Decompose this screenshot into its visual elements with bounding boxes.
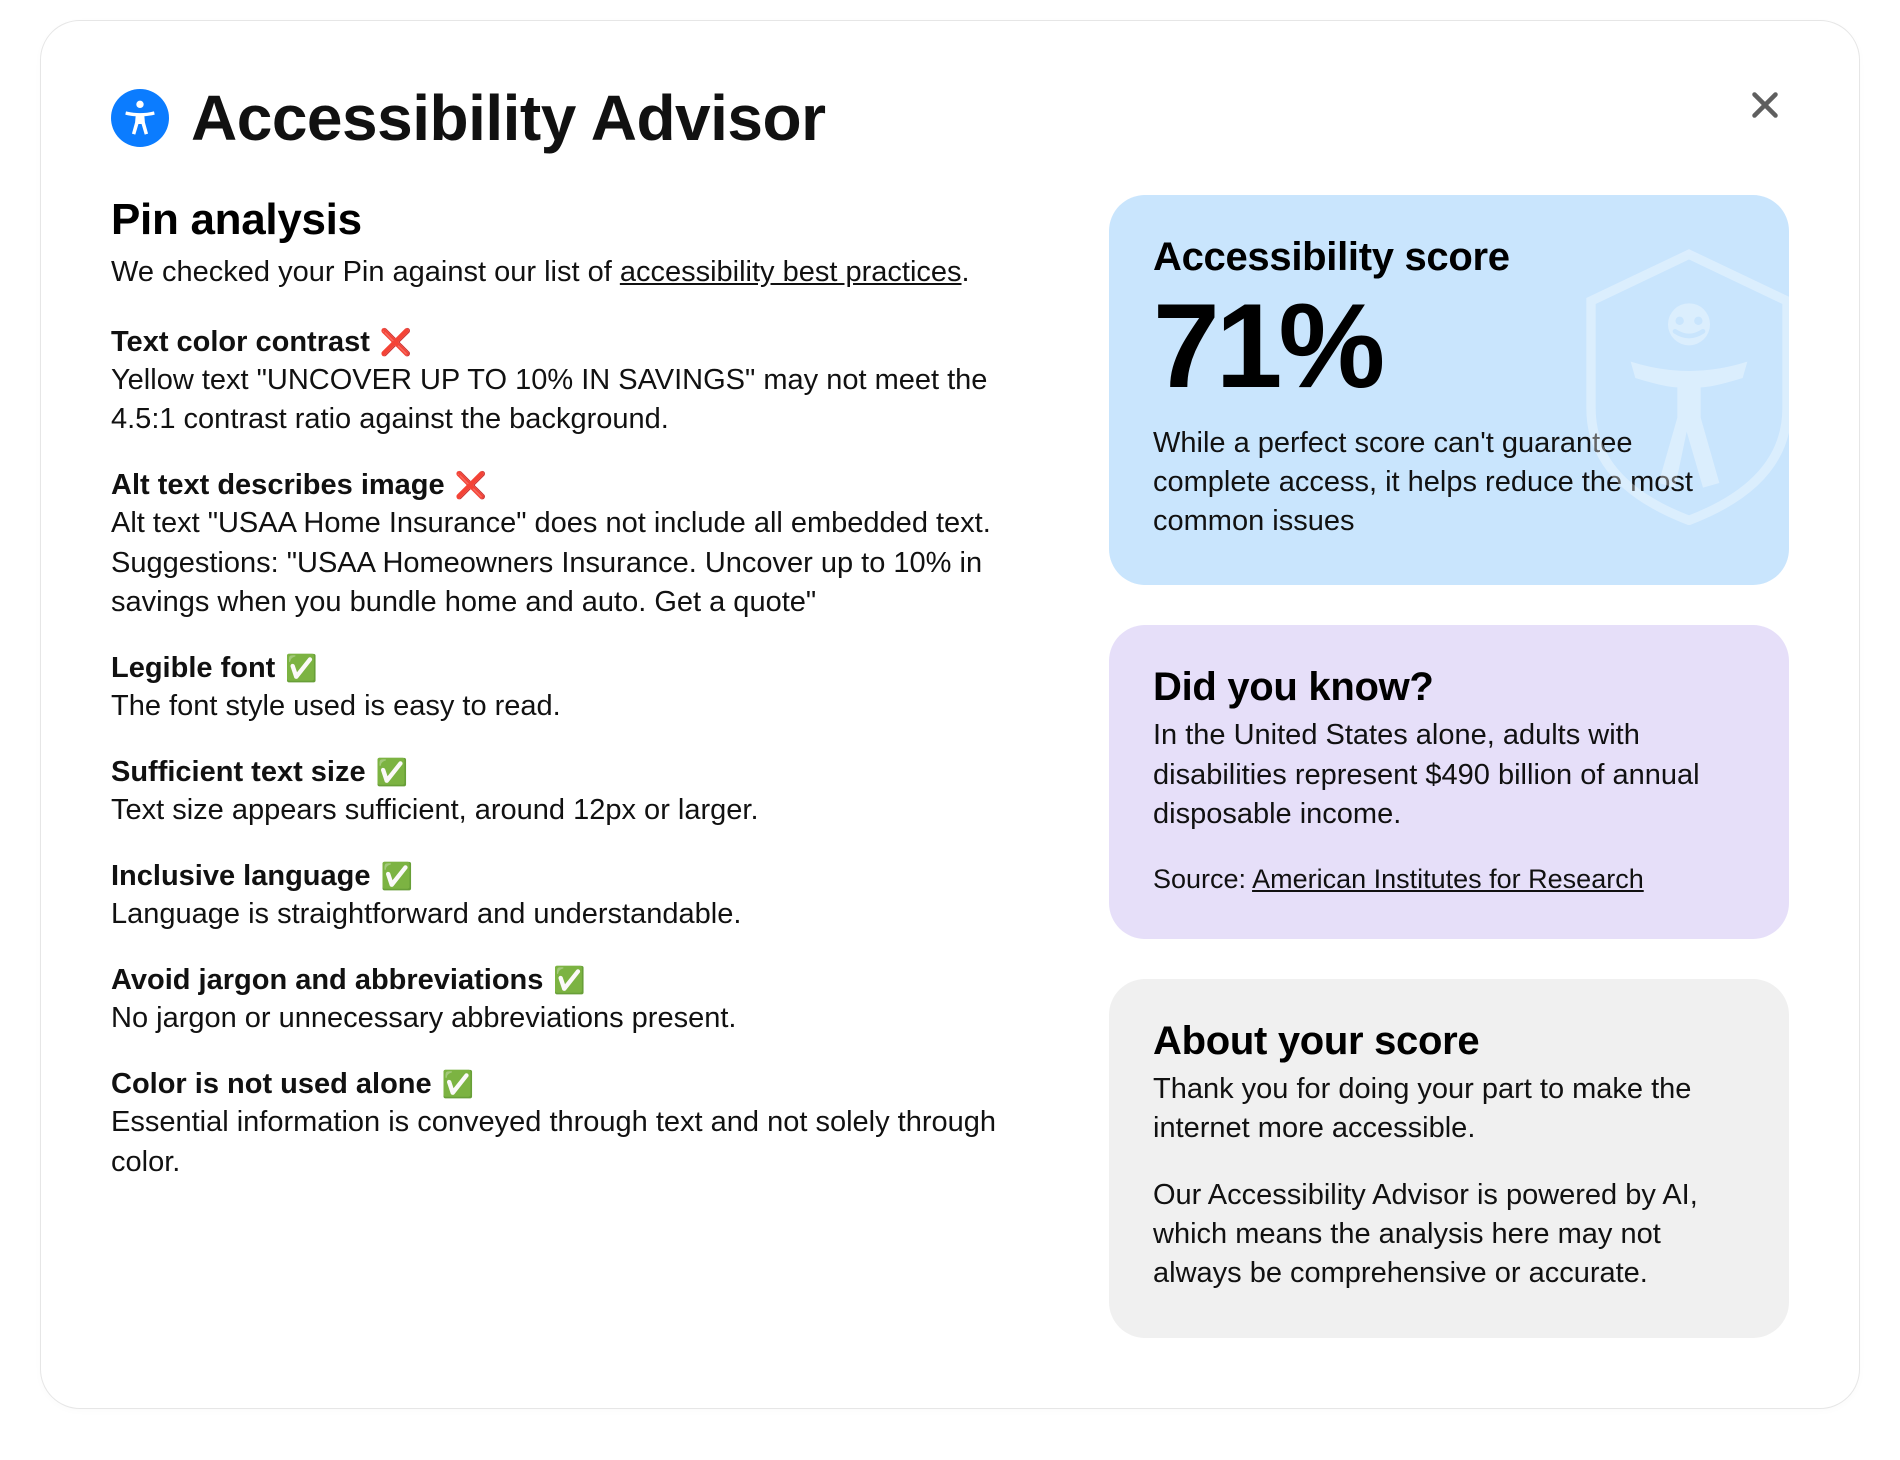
modal-header: Accessibility Advisor	[111, 81, 1789, 155]
check-title: Inclusive language ✅	[111, 860, 1049, 893]
source-link[interactable]: American Institutes for Research	[1252, 864, 1644, 894]
accessibility-advisor-modal: Accessibility Advisor Pin analysis We ch…	[40, 20, 1860, 1409]
source-label: Source:	[1153, 864, 1252, 894]
close-icon	[1747, 87, 1783, 123]
score-heading: Accessibility score	[1153, 235, 1745, 280]
check-label: Alt text describes image	[111, 469, 445, 502]
check-label: Text color contrast	[111, 326, 370, 359]
check-description: The font style used is easy to read.	[111, 687, 1049, 726]
check-item: Avoid jargon and abbreviations ✅No jargon…	[111, 964, 1049, 1038]
check-title: Sufficient text size ✅	[111, 756, 1049, 789]
check-label: Legible font	[111, 652, 275, 685]
best-practices-link[interactable]: accessibility best practices	[620, 256, 962, 288]
about-heading: About your score	[1153, 1019, 1745, 1064]
analysis-heading: Pin analysis	[111, 195, 1049, 245]
score-card: Accessibility score 71% While a perfect …	[1109, 195, 1789, 585]
check-item: Sufficient text size ✅Text size appears s…	[111, 756, 1049, 830]
fact-source: Source: American Institutes for Research	[1153, 864, 1745, 895]
check-pass-icon: ✅	[376, 757, 408, 788]
check-pass-icon: ✅	[553, 965, 585, 996]
intro-prefix: We checked your Pin against our list of	[111, 256, 620, 288]
check-pass-icon: ✅	[380, 861, 412, 892]
about-p2: Our Accessibility Advisor is powered by …	[1153, 1176, 1745, 1293]
check-description: Text size appears sufficient, around 12p…	[111, 791, 1049, 830]
check-label: Inclusive language	[111, 860, 370, 893]
check-item: Legible font ✅The font style used is easy…	[111, 652, 1049, 726]
check-label: Avoid jargon and abbreviations	[111, 964, 543, 997]
check-title: Alt text describes image ❌	[111, 469, 1049, 502]
check-title: Avoid jargon and abbreviations ✅	[111, 964, 1049, 997]
close-button[interactable]	[1741, 81, 1789, 129]
check-item: Text color contrast ❌Yellow text "UNCOVER…	[111, 326, 1049, 439]
check-description: Alt text "USAA Home Insurance" does not …	[111, 504, 1049, 621]
check-pass-icon: ✅	[442, 1069, 474, 1100]
fact-body: In the United States alone, adults with …	[1153, 716, 1745, 833]
score-note: While a perfect score can't guarantee co…	[1153, 424, 1745, 541]
check-title: Color is not used alone ✅	[111, 1068, 1049, 1101]
check-item: Color is not used alone ✅Essential inform…	[111, 1068, 1049, 1181]
check-title: Legible font ✅	[111, 652, 1049, 685]
accessibility-icon	[111, 89, 169, 147]
checks-list: Text color contrast❌Yellow text "UNCOVER…	[111, 326, 1049, 1182]
check-description: Essential information is conveyed throug…	[111, 1103, 1049, 1181]
sidebar-panel: Accessibility score 71% While a perfect …	[1109, 195, 1789, 1338]
check-item: Alt text describes image ❌Alt text "USAA …	[111, 469, 1049, 621]
fact-card: Did you know? In the United States alone…	[1109, 625, 1789, 938]
score-value: 71%	[1153, 286, 1745, 406]
check-fail-icon: ❌	[380, 327, 412, 358]
check-fail-icon: ❌	[455, 470, 487, 501]
check-title: Text color contrast ❌	[111, 326, 1049, 359]
check-description: No jargon or unnecessary abbreviations p…	[111, 999, 1049, 1038]
analysis-panel: Pin analysis We checked your Pin against…	[111, 195, 1049, 1338]
fact-heading: Did you know?	[1153, 665, 1745, 710]
intro-suffix: .	[962, 256, 970, 288]
about-p1: Thank you for doing your part to make th…	[1153, 1070, 1745, 1148]
check-description: Yellow text "UNCOVER UP TO 10% IN SAVING…	[111, 361, 1049, 439]
analysis-intro: We checked your Pin against our list of …	[111, 253, 1049, 292]
check-label: Sufficient text size	[111, 756, 366, 789]
modal-body: Pin analysis We checked your Pin against…	[111, 195, 1789, 1338]
about-card: About your score Thank you for doing you…	[1109, 979, 1789, 1338]
check-item: Inclusive language ✅Language is straightf…	[111, 860, 1049, 934]
check-pass-icon: ✅	[285, 653, 317, 684]
modal-title: Accessibility Advisor	[191, 81, 826, 155]
check-label: Color is not used alone	[111, 1068, 432, 1101]
check-description: Language is straightforward and understa…	[111, 895, 1049, 934]
